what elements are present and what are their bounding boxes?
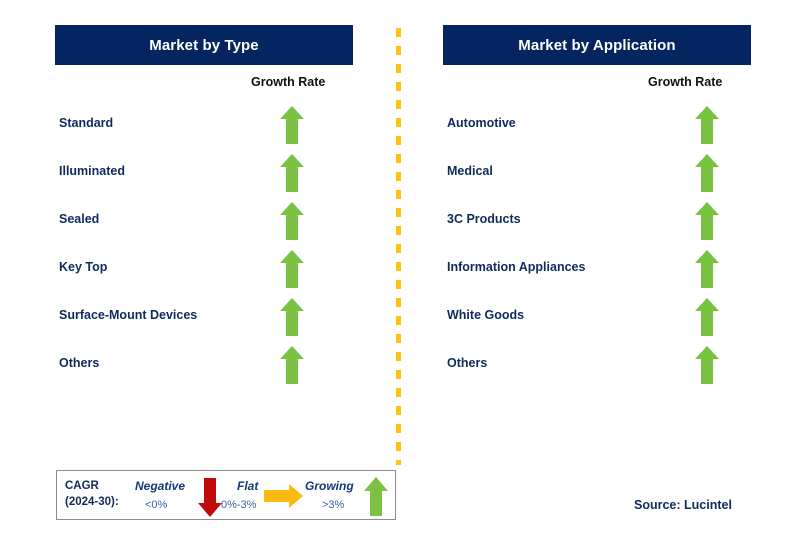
arrow-up-icon [279, 297, 305, 337]
market-by-type-header: Market by Type [55, 25, 353, 65]
arrow-up-icon [279, 105, 305, 145]
market-by-application-row-list: Automotive Medical 3C Products Informati… [443, 105, 751, 393]
cagr-legend: CAGR (2024-30): Negative <0% Flat 0%-3% … [56, 470, 396, 520]
arrow-up-icon [279, 153, 305, 193]
table-row: Sealed [55, 201, 353, 249]
table-row: Illuminated [55, 153, 353, 201]
arrow-up-icon [694, 153, 720, 193]
segment-label: 3C Products [447, 212, 521, 226]
source-note: Source: Lucintel [634, 498, 732, 512]
cagr-legend-title-line1: CAGR [65, 480, 99, 492]
segment-label: Surface-Mount Devices [59, 308, 198, 322]
arrow-up-icon [279, 345, 305, 385]
segment-label: Medical [447, 164, 493, 178]
market-by-application-header: Market by Application [443, 25, 751, 65]
arrow-up-icon [694, 345, 720, 385]
cagr-legend-title-line2: (2024-30): [65, 496, 119, 508]
table-row: Key Top [55, 249, 353, 297]
segment-label: White Goods [447, 308, 525, 322]
table-row: Others [443, 345, 751, 393]
table-row: Medical [443, 153, 751, 201]
legend-term-negative: Negative [135, 479, 186, 493]
legend-term-growing: Growing [305, 479, 354, 493]
arrow-up-icon [694, 105, 720, 145]
segment-label: Others [447, 356, 488, 370]
table-row: Others [55, 345, 353, 393]
cagr-legend-title: CAGR (2024-30): [65, 478, 119, 510]
legend-range-growing: >3% [322, 499, 345, 511]
table-row: White Goods [443, 297, 751, 345]
arrow-down-icon [197, 476, 223, 518]
vertical-dashed-divider [396, 28, 401, 465]
arrow-up-icon [694, 201, 720, 241]
segment-label: Sealed [59, 212, 100, 226]
segment-label: Key Top [59, 260, 108, 274]
table-row: Automotive [443, 105, 751, 153]
segment-label: Others [59, 356, 100, 370]
arrow-right-icon [262, 483, 304, 509]
legend-range-flat: 0%-3% [221, 499, 257, 511]
growth-rate-column-label: Growth Rate [648, 75, 723, 89]
arrow-up-icon [694, 249, 720, 289]
arrow-up-icon [279, 201, 305, 241]
segment-label: Illuminated [59, 164, 125, 178]
legend-term-flat: Flat [237, 479, 259, 493]
arrow-up-icon [363, 476, 389, 518]
segment-label: Automotive [447, 116, 516, 130]
arrow-up-icon [694, 297, 720, 337]
market-by-type-row-list: Standard Illuminated Sealed Key Top Surf… [55, 105, 353, 393]
table-row: Surface-Mount Devices [55, 297, 353, 345]
table-row: Information Appliances [443, 249, 751, 297]
arrow-up-icon [279, 249, 305, 289]
growth-rate-column-label: Growth Rate [251, 75, 326, 89]
segment-label: Information Appliances [447, 260, 586, 274]
table-row: Standard [55, 105, 353, 153]
legend-range-negative: <0% [145, 499, 168, 511]
table-row: 3C Products [443, 201, 751, 249]
segment-label: Standard [59, 116, 114, 130]
